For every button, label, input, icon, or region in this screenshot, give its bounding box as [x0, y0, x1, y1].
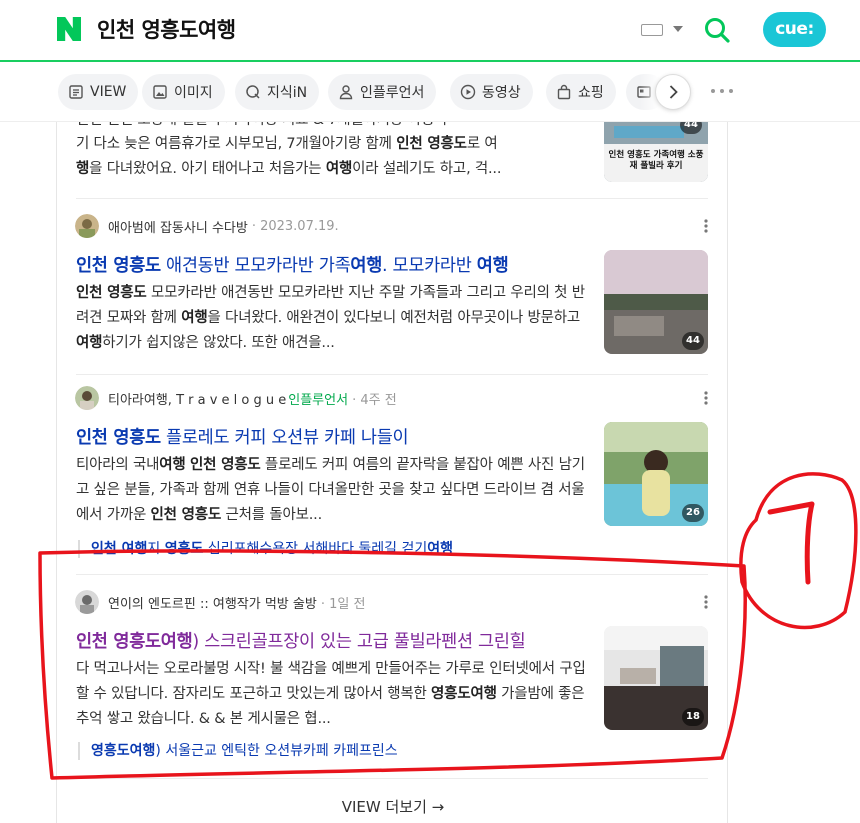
tab-video[interactable]: 동영상	[450, 74, 533, 110]
view-more-button[interactable]: VIEW 더보기 →	[57, 796, 727, 817]
author-name[interactable]: 애아범에 잡동사니 수다방	[108, 217, 248, 236]
tab-label: 쇼핑	[578, 85, 604, 101]
result-item[interactable]: 티아라여행, T r a v e l o g u e 인플루언서 · 4주 전 …	[57, 386, 727, 566]
tab-label: 지식iN	[267, 85, 308, 101]
tab-images[interactable]: 이미지	[142, 74, 225, 110]
thumbnail-caption: 인천 영흥도 가족여행 소풍재 풀빌라 후기	[608, 150, 704, 171]
result-thumbnail[interactable]: 44	[604, 250, 708, 354]
tab-label: 인플루언서	[360, 85, 425, 101]
influencer-badge: 인플루언서	[288, 392, 349, 408]
image-count: 44	[682, 332, 704, 350]
result-thumbnail[interactable]: 18	[604, 626, 708, 730]
avatar[interactable]	[75, 214, 99, 238]
divider	[76, 198, 708, 199]
tab-label: VIEW	[90, 84, 127, 100]
bag-icon	[557, 84, 571, 100]
result-item[interactable]: 애아범에 잡동사니 수다방 · 2023.07.19. 인천 영흥도 애견동반 …	[57, 214, 727, 364]
avatar[interactable]	[75, 590, 99, 614]
chevron-right-icon	[669, 85, 678, 99]
more-options-icon[interactable]	[704, 391, 708, 405]
post-date: · 1일 전	[320, 596, 366, 612]
result-title[interactable]: 인천 영흥도여행) 스크린골프장이 있는 고급 풀빌라펜션 그린힐	[76, 628, 526, 653]
related-post-link[interactable]: 인천 여행지 영흥도 십리포해수욕장 서해바다 둘레길 걷기여행	[78, 540, 453, 558]
author-name[interactable]: 티아라여행, T r a v e l o g u e	[108, 389, 286, 408]
search-tabs: VIEW 이미지 지식iN 인플루언서 동영상 쇼핑	[0, 64, 860, 122]
post-date: · 2023.07.19.	[251, 218, 339, 234]
search-query[interactable]: 인천 영흥도여행	[97, 14, 236, 44]
author-name[interactable]: 연이의 엔도르핀 :: 여행작가 먹방 술방	[108, 593, 317, 612]
tab-influencer[interactable]: 인플루언서	[328, 74, 437, 110]
tab-scroll-next-button[interactable]	[655, 74, 691, 110]
post-date: · 4주 전	[352, 392, 397, 408]
chevron-down-icon[interactable]	[673, 26, 683, 32]
result-description: 다 먹고나서는 오로라불멍 시작! 불 색감을 예쁘게 만들어주는 가루로 인터…	[76, 661, 586, 727]
keyboard-icon[interactable]	[641, 24, 663, 36]
source-row: 애아범에 잡동사니 수다방 · 2023.07.19.	[75, 214, 339, 238]
source-row: 연이의 엔도르핀 :: 여행작가 먹방 술방 · 1일 전	[75, 590, 365, 614]
play-icon	[460, 84, 476, 100]
more-options-icon[interactable]	[704, 595, 708, 609]
more-tabs-icon[interactable]	[710, 86, 734, 96]
tab-label: 이미지	[174, 85, 213, 101]
view-results-panel: 인천 인천 모양새 일일의 시작이랑 치료 & 7개월아기랑 여행 후 기 다소…	[56, 122, 728, 823]
divider	[76, 778, 708, 779]
image-icon	[153, 85, 167, 99]
result-item[interactable]: 인천 인천 모양새 일일의 시작이랑 치료 & 7개월아기랑 여행 후 기 다소…	[57, 122, 727, 200]
tab-shopping[interactable]: 쇼핑	[546, 74, 616, 110]
image-count: 18	[682, 708, 704, 726]
result-item[interactable]: 연이의 엔도르핀 :: 여행작가 먹방 술방 · 1일 전 인천 영흥도여행) …	[57, 590, 727, 770]
result-description: 인천 인천 모양새 일일의 시작이랑 치료 & 7개월아기랑 여행 후 기 다소…	[76, 122, 502, 177]
document-icon	[69, 85, 83, 99]
search-icon[interactable]	[703, 16, 731, 44]
q-icon	[246, 85, 260, 99]
result-description: 티아라의 국내여행 인천 영흥도 플로레도 커피 여름의 끝자락을 붙잡아 예쁜…	[76, 457, 585, 523]
result-thumbnail[interactable]: 26	[604, 422, 708, 526]
more-options-icon[interactable]	[704, 219, 708, 233]
person-icon	[339, 85, 353, 100]
tab-kin[interactable]: 지식iN	[235, 74, 320, 110]
result-description: 인천 영흥도 모모카라반 애견동반 모모카라반 지난 주말 가족들과 그리고 우…	[76, 285, 585, 351]
result-title[interactable]: 인천 영흥도 플로레도 커피 오션뷰 카페 나들이	[76, 424, 409, 449]
cue-button[interactable]: cue:	[763, 12, 826, 47]
naver-logo[interactable]	[57, 17, 81, 41]
avatar[interactable]	[75, 386, 99, 410]
divider	[76, 574, 708, 575]
search-header: 인천 영흥도여행 cue:	[0, 0, 860, 62]
result-thumbnail[interactable]: 인천 영흥도 가족여행 소풍재 풀빌라 후기 44	[604, 122, 708, 182]
result-title[interactable]: 인천 영흥도 애견동반 모모카라반 가족여행. 모모카라반 여행	[76, 252, 509, 277]
divider	[76, 374, 708, 375]
image-count: 26	[682, 504, 704, 522]
tab-view[interactable]: VIEW	[58, 74, 139, 110]
source-row: 티아라여행, T r a v e l o g u e 인플루언서 · 4주 전	[75, 386, 397, 410]
related-post-link[interactable]: 영흥도여행) 서울근교 엔틱한 오션뷰카페 카페프린스	[78, 742, 398, 760]
tab-label: 동영상	[482, 85, 521, 101]
